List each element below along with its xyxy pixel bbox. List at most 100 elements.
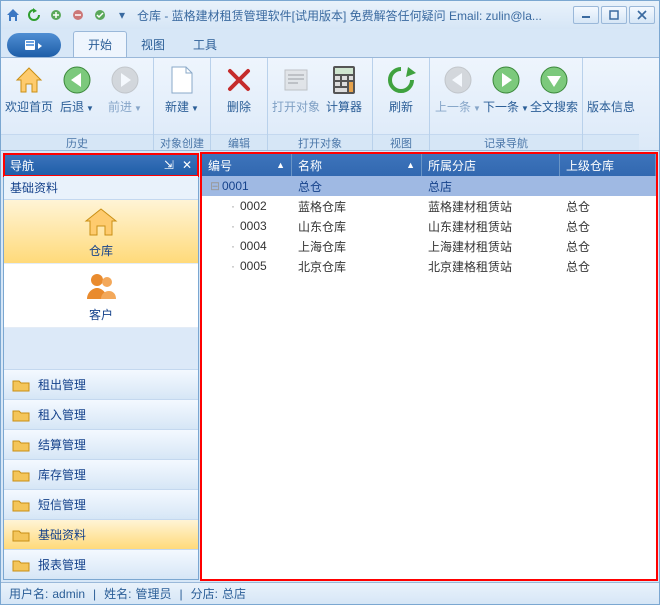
nav-pin-icon[interactable]: ⇲ xyxy=(164,158,174,172)
cell-branch: 山东建材租赁站 xyxy=(422,218,560,235)
prev-icon xyxy=(442,64,474,96)
cell-branch: 蓝格建材租赁站 xyxy=(422,198,560,215)
cell-parent: 总仓 xyxy=(560,238,656,255)
forward-button[interactable]: 前进▼ xyxy=(101,60,149,119)
cell-branch: 总店 xyxy=(422,178,560,195)
grid-header: 编号▲ 名称▲ 所属分店 上级仓库 xyxy=(202,154,656,176)
tab-view[interactable]: 视图 xyxy=(127,32,179,57)
data-grid: 编号▲ 名称▲ 所属分店 上级仓库 ⊟0001总仓总店 · 0002 蓝格仓库蓝格建材… xyxy=(201,153,657,580)
version-info-button[interactable]: 版本信息 xyxy=(587,60,635,119)
cell-num: 0002 xyxy=(240,199,267,213)
accordion-item[interactable]: 基础资料 xyxy=(4,519,198,549)
accordion-item[interactable]: 租出管理 xyxy=(4,369,198,399)
folder-icon xyxy=(12,498,30,512)
qat-add-button[interactable] xyxy=(47,6,65,24)
tab-tools[interactable]: 工具 xyxy=(179,32,231,57)
col-num[interactable]: 编号▲ xyxy=(202,154,292,176)
nav-customer[interactable]: 客户 xyxy=(4,264,198,328)
qat-check-button[interactable] xyxy=(91,6,109,24)
accordion-item[interactable]: 库存管理 xyxy=(4,459,198,489)
tree-collapse-icon[interactable]: ⊟ xyxy=(208,179,222,193)
tree-leaf-icon: · xyxy=(226,239,240,253)
folder-icon xyxy=(12,438,30,452)
accordion-item[interactable]: 报表管理 xyxy=(4,549,198,579)
welcome-button[interactable]: 欢迎首页 xyxy=(5,60,53,119)
main-window: ▾ 仓库 - 蓝格建材租赁管理软件[试用版本] 免费解答任何疑问 Email: … xyxy=(0,0,660,605)
calculator-icon xyxy=(328,64,360,96)
open-object-icon xyxy=(280,64,312,96)
delete-icon xyxy=(223,64,255,96)
cell-name: 上海仓库 xyxy=(292,238,422,255)
qat-refresh-button[interactable] xyxy=(25,6,43,24)
accordion-label: 租出管理 xyxy=(38,376,86,393)
fulltext-search-button[interactable]: 全文搜索 xyxy=(530,60,578,119)
accordion-label: 租入管理 xyxy=(38,406,86,423)
cell-parent: 总仓 xyxy=(560,198,656,215)
nav-section-title: 基础资料 xyxy=(4,176,198,200)
cell-num: 0003 xyxy=(240,219,267,233)
maximize-button[interactable] xyxy=(601,6,627,24)
accordion-item[interactable]: 租入管理 xyxy=(4,399,198,429)
next-record-button[interactable]: 下一条▼ xyxy=(482,60,530,119)
nav-accordion: 租出管理租入管理结算管理库存管理短信管理基础资料报表管理 xyxy=(4,369,198,579)
prev-record-button[interactable]: 上一条▼ xyxy=(434,60,482,119)
people-icon xyxy=(83,268,119,304)
minimize-button[interactable] xyxy=(573,6,599,24)
calculator-button[interactable]: 计算器 xyxy=(320,60,368,119)
status-bar: 用户名: admin | 姓名: 管理员 | 分店: 总店 xyxy=(1,582,659,604)
group-history-label: 历史 xyxy=(1,134,153,150)
table-row[interactable]: ·0004上海仓库上海建材租赁站总仓 xyxy=(202,236,656,256)
table-row[interactable]: ⊟0001总仓总店 xyxy=(202,176,656,196)
table-row[interactable]: ·0002蓝格仓库蓝格建材租赁站总仓 xyxy=(202,196,656,216)
status-branch: 总店 xyxy=(222,585,246,602)
app-menu-button[interactable] xyxy=(7,33,61,57)
nav-warehouse[interactable]: 仓库 xyxy=(4,200,198,264)
refresh-button[interactable]: 刷新 xyxy=(377,60,425,119)
sort-asc-icon: ▲ xyxy=(276,160,285,170)
open-object-button[interactable]: 打开对象 xyxy=(272,60,320,119)
cell-branch: 北京建格租赁站 xyxy=(422,258,560,275)
col-branch[interactable]: 所属分店 xyxy=(422,154,560,176)
accordion-label: 报表管理 xyxy=(38,556,86,573)
cell-branch: 上海建材租赁站 xyxy=(422,238,560,255)
accordion-label: 基础资料 xyxy=(38,526,86,543)
app-home-icon[interactable] xyxy=(5,7,21,23)
qat-drop-icon[interactable]: ▾ xyxy=(113,6,131,24)
titlebar: ▾ 仓库 - 蓝格建材租赁管理软件[试用版本] 免费解答任何疑问 Email: … xyxy=(1,1,659,29)
table-row[interactable]: ·0003山东仓库山东建材租赁站总仓 xyxy=(202,216,656,236)
col-name[interactable]: 名称▲ xyxy=(292,154,422,176)
grid-body: ⊟0001总仓总店·0002蓝格仓库蓝格建材租赁站总仓·0003山东仓库山东建材… xyxy=(202,176,656,579)
cell-parent: 总仓 xyxy=(560,258,656,275)
accordion-label: 短信管理 xyxy=(38,496,86,513)
forward-icon xyxy=(109,64,141,96)
qat-remove-button[interactable] xyxy=(69,6,87,24)
cell-name: 山东仓库 xyxy=(292,218,422,235)
folder-icon xyxy=(12,558,30,572)
accordion-item[interactable]: 结算管理 xyxy=(4,429,198,459)
accordion-item[interactable]: 短信管理 xyxy=(4,489,198,519)
client-area: 导航 ⇲ ✕ 基础资料 仓库 客户 租出管理租入管理结算管理库存管理短信管理基础… xyxy=(1,151,659,582)
cell-name: 总仓 xyxy=(292,178,422,195)
new-button[interactable]: 新建▼ xyxy=(158,60,206,119)
folder-icon xyxy=(12,378,30,392)
folder-icon xyxy=(12,528,30,542)
group-edit-label: 编辑 xyxy=(211,134,267,150)
close-button[interactable] xyxy=(629,6,655,24)
tab-start[interactable]: 开始 xyxy=(73,31,127,57)
ribbon: 欢迎首页 后退▼ 前进▼ 历史 新建▼ 对象创建 xyxy=(1,57,659,151)
cell-name: 北京仓库 xyxy=(292,258,422,275)
ribbon-tabbar: 开始 视图 工具 xyxy=(1,29,659,57)
refresh-icon xyxy=(385,64,417,96)
accordion-label: 库存管理 xyxy=(38,466,86,483)
status-user-label: 用户名: xyxy=(9,585,48,602)
back-button[interactable]: 后退▼ xyxy=(53,60,101,119)
search-down-icon xyxy=(538,64,570,96)
group-open-label: 打开对象 xyxy=(268,134,372,150)
delete-button[interactable]: 删除 xyxy=(215,60,263,119)
table-row[interactable]: ·0005北京仓库北京建格租赁站总仓 xyxy=(202,256,656,276)
nav-close-icon[interactable]: ✕ xyxy=(182,158,192,172)
cell-name: 蓝格仓库 xyxy=(292,198,422,215)
cell-parent: 总仓 xyxy=(560,218,656,235)
col-parent[interactable]: 上级仓库 xyxy=(560,154,656,176)
house-icon xyxy=(83,204,119,240)
